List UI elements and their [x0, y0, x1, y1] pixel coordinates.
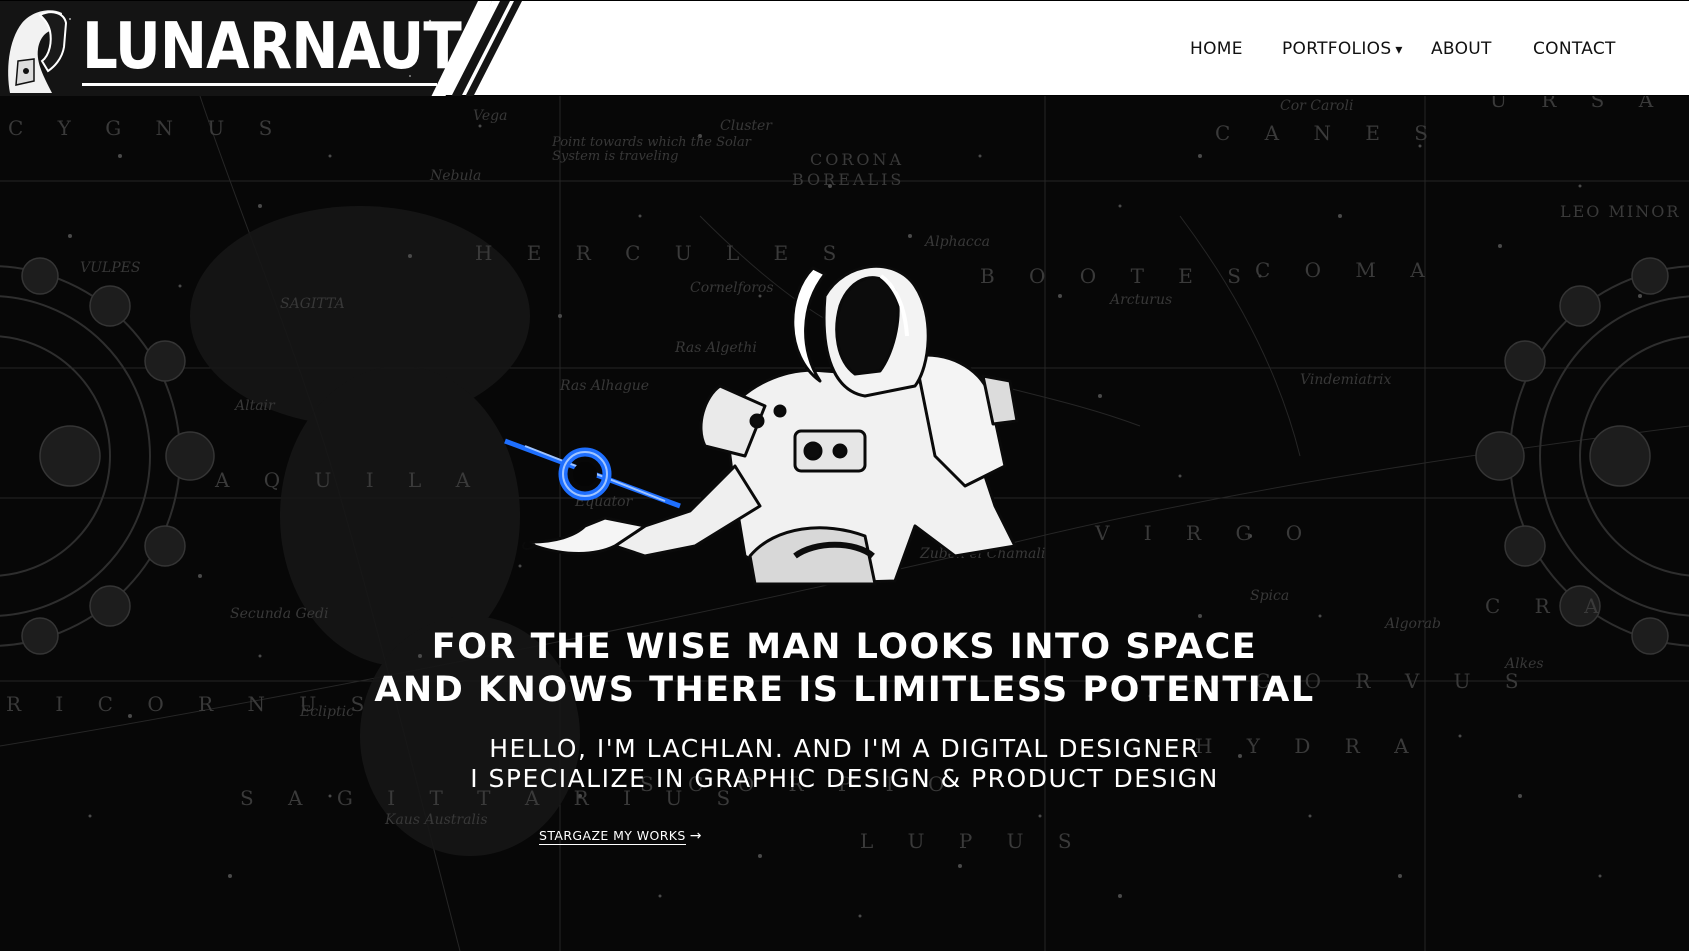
tagline-line-1: FOR THE WISE MAN LOOKS INTO SPACE — [431, 627, 1258, 667]
constellation-label: L U P U S — [860, 829, 1086, 853]
star-label: Arcturus — [1110, 292, 1173, 308]
brand-name: LUNARNAUT — [82, 10, 462, 84]
astronaut-illustration — [504, 264, 1019, 586]
arrow-right-icon: → — [689, 828, 702, 844]
constellation-label: C R A — [1485, 594, 1613, 618]
constellation-label: C Y G N U S — [8, 116, 287, 140]
page: LUNARNAUT HOME PORTFOLIOS ▾ ABOUT CONTACT — [0, 0, 1689, 951]
star-label: VULPES — [80, 260, 141, 276]
cta-label: STARGAZE MY WORKS — [539, 828, 686, 845]
nav-home[interactable]: HOME — [1190, 37, 1243, 61]
constellation-label: C A N E S — [1215, 121, 1442, 145]
constellation-label: V I R G O — [1095, 521, 1317, 545]
hero-tagline: FOR THE WISE MAN LOOKS INTO SPACE AND KN… — [0, 626, 1689, 712]
nav-portfolios-label: PORTFOLIOS — [1282, 39, 1392, 59]
constellation-label: LEO MINOR — [1560, 202, 1681, 221]
star-label: Altair — [235, 398, 275, 414]
intro-line-1: HELLO, I'M LACHLAN. AND I'M A DIGITAL DE… — [489, 734, 1200, 763]
star-label: Nebula — [430, 168, 482, 184]
constellation-label: C O M A — [1255, 258, 1439, 282]
star-label: Secunda Gedi — [230, 606, 329, 622]
black-hole-icon — [504, 438, 681, 509]
star-label: Vega — [473, 108, 508, 124]
star-label: Spica — [1250, 588, 1290, 604]
constellation-label: A Q U I L A — [215, 468, 485, 492]
hero-section: C Y G N U S H E R C U L E S B O O T E S … — [0, 96, 1689, 951]
constellation-label: U R S A — [1490, 96, 1668, 112]
nav-portfolios[interactable]: PORTFOLIOS ▾ — [1282, 37, 1403, 61]
hero-intro: HELLO, I'M LACHLAN. AND I'M A DIGITAL DE… — [0, 734, 1689, 794]
star-label: Point towards which the Solar System is … — [552, 135, 751, 164]
site-header: LUNARNAUT HOME PORTFOLIOS ▾ ABOUT CONTACT — [0, 0, 1689, 97]
nav-contact[interactable]: CONTACT — [1533, 37, 1616, 61]
star-label: Kaus Australis — [385, 812, 488, 828]
nav-about[interactable]: ABOUT — [1431, 37, 1492, 61]
stargaze-works-link[interactable]: STARGAZE MY WORKS → — [539, 828, 702, 848]
star-label: Alphacca — [925, 234, 990, 250]
brand-logo[interactable]: LUNARNAUT — [0, 1, 525, 97]
constellation-label: BOREALIS — [792, 170, 905, 189]
chevron-down-icon: ▾ — [1395, 42, 1403, 58]
main-nav: HOME PORTFOLIOS ▾ ABOUT CONTACT — [1089, 1, 1689, 97]
constellation-label: CORONA — [810, 150, 905, 169]
brand-underline — [82, 83, 437, 86]
star-label: Vindemiatrix — [1300, 372, 1392, 388]
star-label: Cluster — [720, 118, 772, 134]
star-label: SAGITTA — [280, 296, 345, 312]
star-label: Cor Caroli — [1280, 98, 1354, 114]
tagline-line-2: AND KNOWS THERE IS LIMITLESS POTENTIAL — [374, 670, 1315, 710]
intro-line-2: I SPECIALIZE IN GRAPHIC DESIGN & PRODUCT… — [470, 764, 1219, 793]
